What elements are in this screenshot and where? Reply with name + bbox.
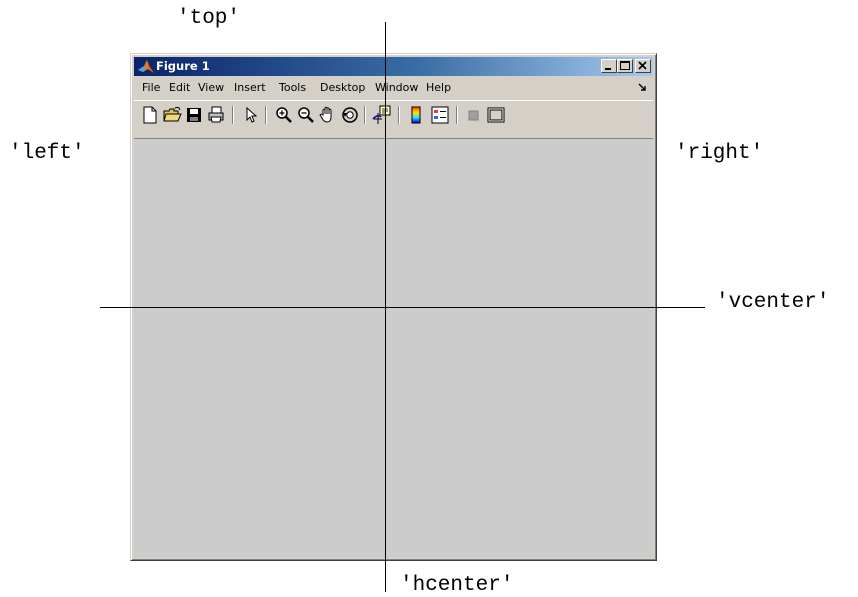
zoom-in-icon: [276, 107, 292, 123]
vcenter-guide-line: [100, 307, 705, 308]
edit-plot-button[interactable]: [241, 105, 261, 125]
title-bar[interactable]: Figure 1: [134, 57, 653, 76]
new-figure-icon: [143, 106, 157, 124]
legend-icon: [431, 106, 449, 124]
menu-desktop[interactable]: Desktop: [320, 81, 365, 95]
toolbar-separator: [265, 106, 267, 124]
save-button[interactable]: [184, 105, 204, 125]
menu-view[interactable]: View: [198, 81, 224, 95]
maximize-button[interactable]: [617, 59, 633, 73]
matlab-logo-icon: [138, 60, 154, 73]
minimize-button[interactable]: [601, 59, 617, 73]
menu-help[interactable]: Help: [426, 81, 451, 95]
zoom-out-button[interactable]: [296, 105, 316, 125]
print-icon: [208, 106, 224, 123]
edit-plot-arrow-icon: [246, 106, 258, 123]
show-plot-tools-button[interactable]: [486, 105, 506, 125]
menu-file[interactable]: File: [142, 81, 160, 95]
toolbar-separator: [456, 106, 458, 124]
colorbar-icon: [411, 106, 421, 124]
close-icon: [638, 61, 647, 70]
window-title: Figure 1: [156, 59, 210, 73]
figure-canvas[interactable]: [134, 138, 653, 557]
show-plot-tools-icon: [487, 107, 505, 123]
dock-arrow-icon[interactable]: [638, 83, 647, 92]
menu-edit[interactable]: Edit: [169, 81, 190, 95]
close-button[interactable]: [635, 59, 651, 73]
label-left: 'left': [9, 142, 85, 165]
label-hcenter: 'hcenter': [400, 574, 514, 597]
insert-colorbar-button[interactable]: [406, 105, 426, 125]
save-icon: [187, 108, 201, 122]
toolbar-separator: [232, 106, 234, 124]
rotate-3d-icon: [342, 107, 358, 123]
zoom-in-button[interactable]: [274, 105, 294, 125]
open-file-icon: [163, 106, 182, 122]
pan-hand-icon: [319, 106, 332, 123]
data-cursor-icon: [372, 105, 391, 124]
data-cursor-button[interactable]: [372, 105, 392, 125]
maximize-icon: [620, 61, 630, 70]
label-top: 'top': [177, 7, 241, 30]
label-vcenter: 'vcenter': [716, 291, 830, 314]
menu-tools[interactable]: Tools: [279, 81, 306, 95]
minimize-icon: [605, 68, 611, 70]
new-figure-button[interactable]: [140, 105, 160, 125]
insert-legend-button[interactable]: [430, 105, 450, 125]
figure-toolbar: [134, 100, 653, 128]
hide-plot-tools-icon: [468, 110, 479, 121]
print-button[interactable]: [206, 105, 226, 125]
toolbar-separator: [364, 106, 366, 124]
menu-window[interactable]: Window: [375, 81, 418, 95]
open-file-button[interactable]: [162, 105, 182, 125]
rotate-3d-button[interactable]: [340, 105, 360, 125]
zoom-out-icon: [298, 107, 314, 123]
label-right: 'right': [675, 142, 764, 165]
menu-bar: File Edit View Insert Tools Desktop Wind…: [134, 78, 653, 98]
menu-insert[interactable]: Insert: [234, 81, 266, 95]
hide-plot-tools-button[interactable]: [464, 105, 484, 125]
pan-button[interactable]: [318, 105, 338, 125]
toolbar-separator: [398, 106, 400, 124]
